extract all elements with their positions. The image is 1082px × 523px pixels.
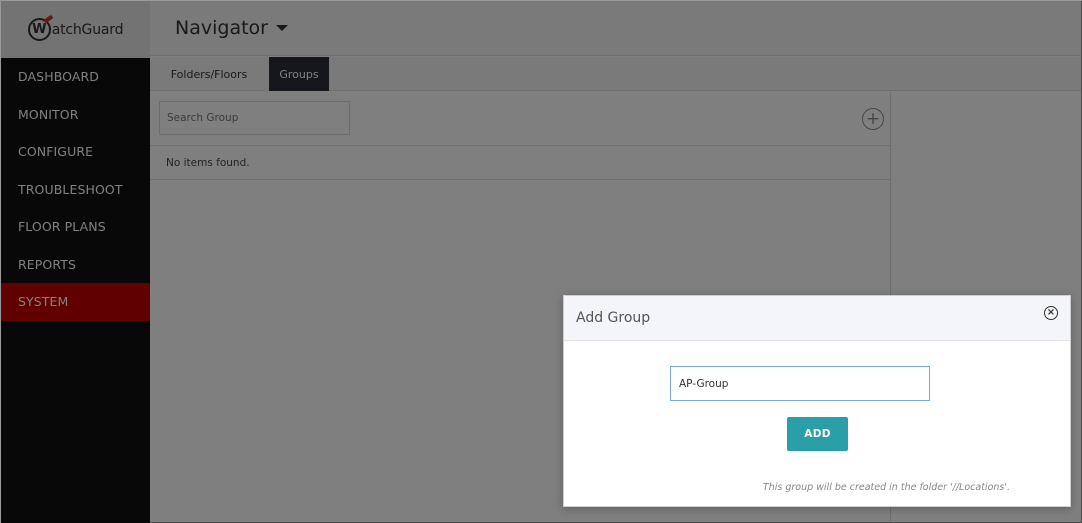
close-icon[interactable]: × [1044, 306, 1058, 320]
group-name-input[interactable] [670, 366, 930, 401]
dialog-note: This group will be created in the folder… [762, 482, 1010, 493]
dialog-header: Add Group × [564, 296, 1070, 341]
add-group-dialog: Add Group × ADD This group will be creat… [563, 295, 1071, 507]
dialog-title: Add Group [576, 310, 651, 326]
add-button[interactable]: ADD [787, 417, 848, 451]
